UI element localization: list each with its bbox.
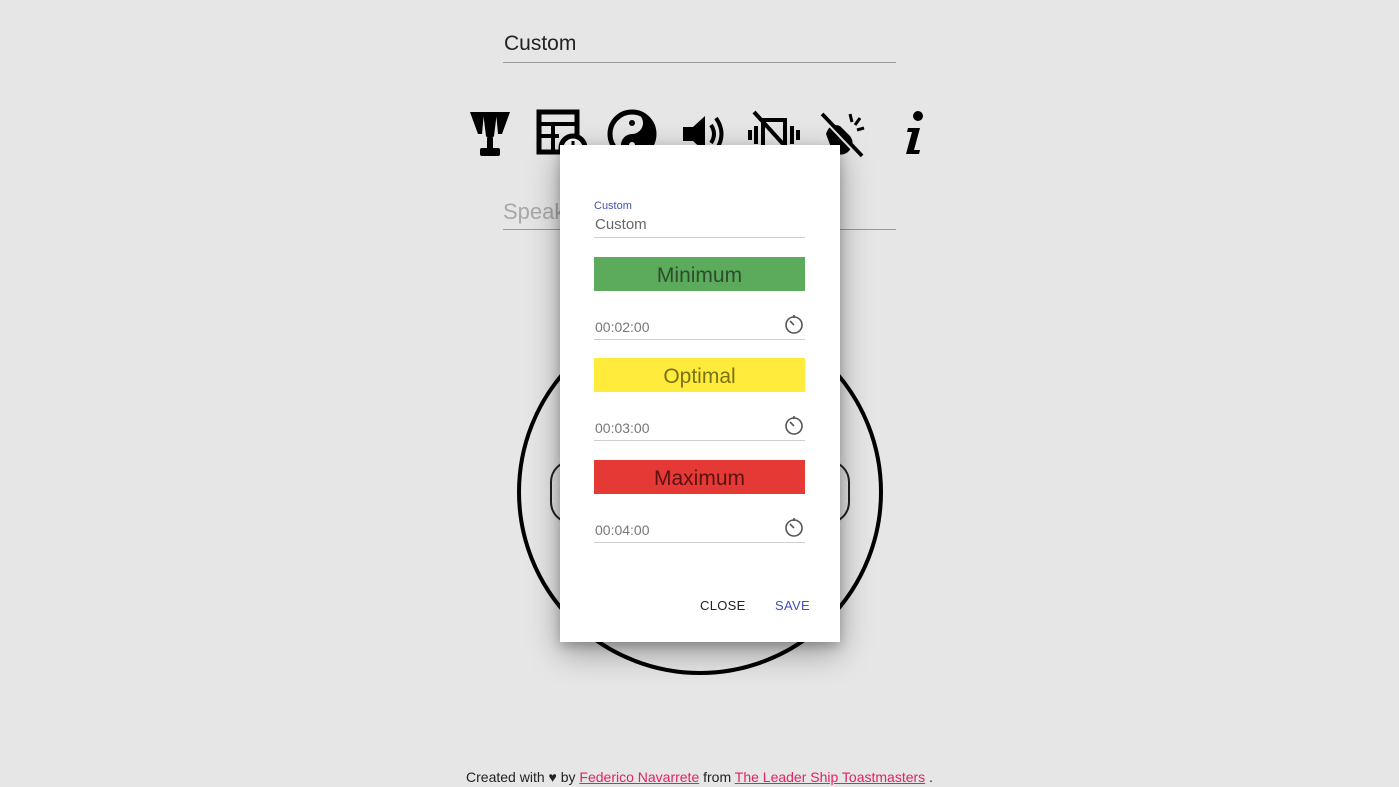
- custom-timer-dialog: Custom Custom Minimum 00:02:00 Optimal 0…: [560, 145, 840, 642]
- save-button[interactable]: SAVE: [775, 598, 810, 613]
- timer-icon[interactable]: [783, 516, 805, 538]
- trophy-icon: [470, 112, 510, 156]
- author-link[interactable]: Federico Navarrete: [579, 769, 699, 785]
- minimum-band: Minimum: [594, 257, 805, 291]
- custom-name-input[interactable]: Custom: [594, 215, 805, 238]
- custom-name-label: Custom: [594, 200, 632, 212]
- optimal-band: Optimal: [594, 358, 805, 392]
- maximum-band: Maximum: [594, 460, 805, 494]
- footer: Created with ♥ by Federico Navarrete fro…: [0, 769, 1399, 785]
- footer-suffix: .: [929, 769, 933, 785]
- maximum-time-input[interactable]: 00:04:00: [594, 514, 805, 543]
- minimum-time-input[interactable]: 00:02:00: [594, 311, 805, 340]
- trophy-button[interactable]: [462, 106, 518, 162]
- optimal-time-value: 00:03:00: [595, 420, 650, 436]
- footer-middle: from: [703, 769, 732, 785]
- minimum-time-value: 00:02:00: [595, 319, 650, 335]
- footer-prefix: Created with ♥ by: [466, 769, 576, 785]
- maximum-time-value: 00:04:00: [595, 522, 650, 538]
- info-icon: [906, 111, 923, 154]
- club-link[interactable]: The Leader Ship Toastmasters: [735, 769, 925, 785]
- timer-icon[interactable]: [783, 414, 805, 436]
- timer-name-value: Custom: [504, 32, 577, 55]
- custom-name-value: Custom: [595, 216, 647, 233]
- info-button[interactable]: [886, 106, 942, 162]
- optimal-time-input[interactable]: 00:03:00: [594, 412, 805, 441]
- app-page: Custom Speak Created with ♥ by Federico …: [0, 0, 1399, 787]
- timer-name-field[interactable]: Custom: [503, 28, 896, 63]
- close-button[interactable]: CLOSE: [700, 598, 746, 613]
- timer-icon[interactable]: [783, 313, 805, 335]
- speaker-placeholder: Speak: [503, 199, 566, 224]
